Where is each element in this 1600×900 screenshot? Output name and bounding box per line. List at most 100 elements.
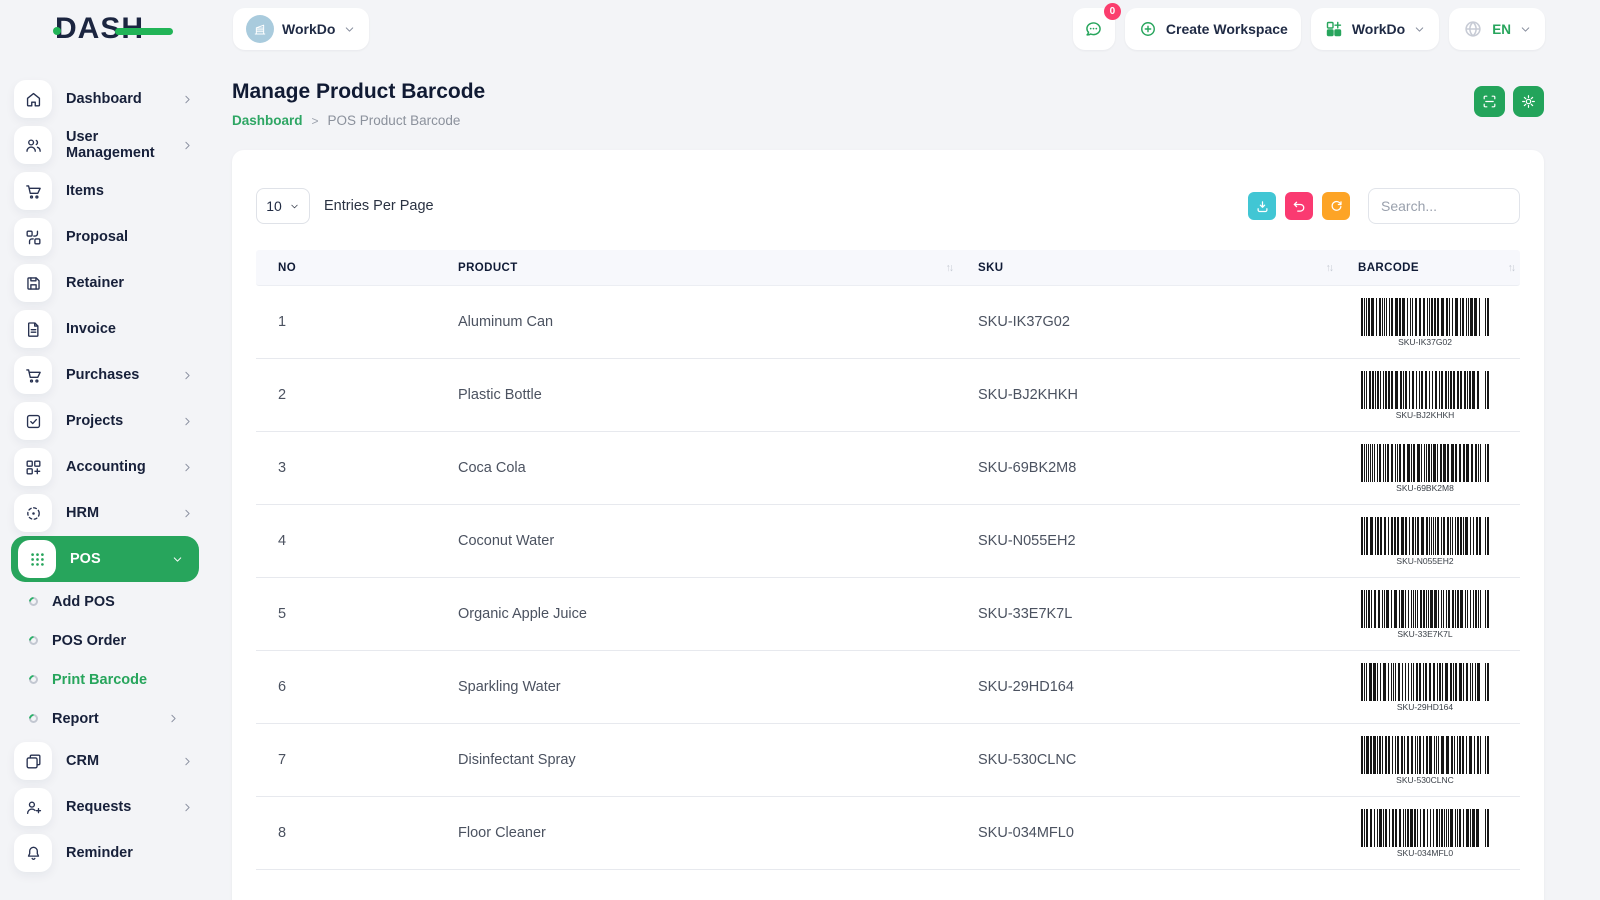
chevron-down-icon [289,201,300,212]
refresh-icon [1329,199,1344,214]
sidebar-item-crm[interactable]: CRM [0,738,210,784]
settings-button[interactable] [1513,86,1544,117]
search-input[interactable] [1368,188,1520,224]
retainer-icon [24,274,43,293]
sidebar-subitem-label: Print Barcode [52,672,180,688]
create-workspace-button[interactable]: Create Workspace [1125,8,1301,50]
sidebar-item-icon-tile [14,742,52,780]
chevron-right-icon [181,507,194,520]
undo-button[interactable] [1285,192,1313,220]
chevron-right-icon [181,415,194,428]
sidebar-item-icon-tile [14,834,52,872]
workspace-name: WorkDo [282,21,335,37]
sidebar-item-icon-tile [14,310,52,348]
projects-icon [24,412,43,431]
topbar-right: 0 Create Workspace WorkDo EN [1073,8,1545,50]
table-row: 4 Coconut Water SKU-N055EH2 SKU-N055EH2 [256,505,1520,578]
barcode-image: SKU-530CLNC [1360,736,1490,785]
cell-barcode: SKU-IK37G02 [1338,298,1520,347]
sidebar-item-hrm[interactable]: HRM [0,490,210,536]
column-header-product[interactable]: PRODUCT↑↓ [438,262,958,274]
table-header: NO PRODUCT↑↓ SKU↑↓ BARCODE↑↓ [256,250,1520,286]
barcode-image: SKU-N055EH2 [1360,517,1490,566]
table-card: 10 Entries Per Page NO PRODUCT↑↓ SKU↑↓ B… [232,150,1544,900]
workspace-switcher[interactable]: WorkDo [233,8,369,50]
globe-icon [1462,18,1484,40]
sidebar-item-user-management[interactable]: User Management [0,122,210,168]
chevron-right-icon [181,369,194,382]
pos-icon [28,550,47,569]
cell-barcode: SKU-33E7K7L [1338,590,1520,639]
sidebar-item-purchases[interactable]: Purchases [0,352,210,398]
home-icon [24,90,43,109]
table-row: 6 Sparkling Water SKU-29HD164 SKU-29HD16… [256,651,1520,724]
sidebar-item-requests[interactable]: Requests [0,784,210,830]
barcode-image: SKU-BJ2KHKH [1360,371,1490,420]
export-download-button[interactable] [1248,192,1276,220]
logo-green-dot [53,27,61,35]
sidebar-subitem-pos-order[interactable]: POS Order [0,621,210,660]
sidebar-item-reminder[interactable]: Reminder [0,830,210,876]
sidebar-item-dashboard[interactable]: Dashboard [0,76,210,122]
messages-button[interactable]: 0 [1073,8,1115,50]
workdo-menu-label: WorkDo [1352,21,1405,37]
cell-barcode: SKU-034MFL0 [1338,809,1520,858]
sidebar-subitem-print-barcode[interactable]: Print Barcode [0,660,210,699]
sidebar-item-label: Items [66,183,194,199]
sidebar-item-icon-tile [14,448,52,486]
sidebar-item-retainer[interactable]: Retainer [0,260,210,306]
main-content: Manage Product Barcode Dashboard > POS P… [210,58,1600,900]
bullet-icon [27,595,40,608]
sort-icon[interactable]: ↑↓ [1508,262,1521,274]
column-header-barcode[interactable]: BARCODE↑↓ [1338,262,1520,274]
sidebar-item-accounting[interactable]: Accounting [0,444,210,490]
barcode-image: SKU-33E7K7L [1360,590,1490,639]
sidebar-item-projects[interactable]: Projects [0,398,210,444]
topbar: DASH WorkDo 0 Create Workspace WorkDo EN [0,0,1600,58]
breadcrumb-current: POS Product Barcode [328,113,461,128]
undo-icon [1292,199,1307,214]
sidebar-item-label: Accounting [66,459,181,475]
chat-icon [1083,19,1104,40]
bullet-icon [27,673,40,686]
barcode-bars [1361,517,1489,555]
sidebar-item-label: HRM [66,505,181,521]
users-icon [24,136,43,155]
sidebar-subitem-report[interactable]: Report [0,699,210,738]
breadcrumb-dashboard-link[interactable]: Dashboard [232,113,303,128]
dash-logo[interactable]: DASH [55,12,159,46]
language-selector[interactable]: EN [1449,8,1545,50]
refresh-button[interactable] [1322,192,1350,220]
barcode-bars [1361,736,1489,774]
cell-sku: SKU-29HD164 [958,679,1338,695]
bullet-icon [27,712,40,725]
barcode-bars [1361,444,1489,482]
print-barcode-button[interactable] [1474,86,1505,117]
cell-product: Aluminum Can [438,314,958,330]
chevron-down-icon [171,553,184,566]
sidebar-item-label: Projects [66,413,181,429]
table-row: 5 Organic Apple Juice SKU-33E7K7L SKU-33… [256,578,1520,651]
hrm-icon [24,504,43,523]
workdo-menu-button[interactable]: WorkDo [1311,8,1439,50]
sidebar-subitem-label: Report [52,711,153,727]
sidebar-item-pos[interactable]: POS [11,536,199,582]
sidebar-item-icon-tile [18,540,56,578]
table-body: 1 Aluminum Can SKU-IK37G02 SKU-IK37G02 2… [256,286,1520,870]
barcode-label: SKU-BJ2KHKH [1396,410,1455,420]
sidebar-subitem-add-pos[interactable]: Add POS [0,582,210,621]
sidebar-item-icon-tile [14,126,52,164]
sort-icon[interactable]: ↑↓ [946,262,959,274]
download-icon [1255,199,1270,214]
cart-icon [24,366,43,385]
sidebar-item-invoice[interactable]: Invoice [0,306,210,352]
column-header-sku[interactable]: SKU↑↓ [958,262,1338,274]
sidebar-item-label: Requests [66,799,181,815]
crm-icon [24,752,43,771]
barcode-image: SKU-IK37G02 [1360,298,1490,347]
sort-icon[interactable]: ↑↓ [1326,262,1339,274]
entries-per-page-label: Entries Per Page [324,198,434,214]
entries-per-page-select[interactable]: 10 [256,188,310,224]
sidebar-item-proposal[interactable]: Proposal [0,214,210,260]
sidebar-item-items[interactable]: Items [0,168,210,214]
